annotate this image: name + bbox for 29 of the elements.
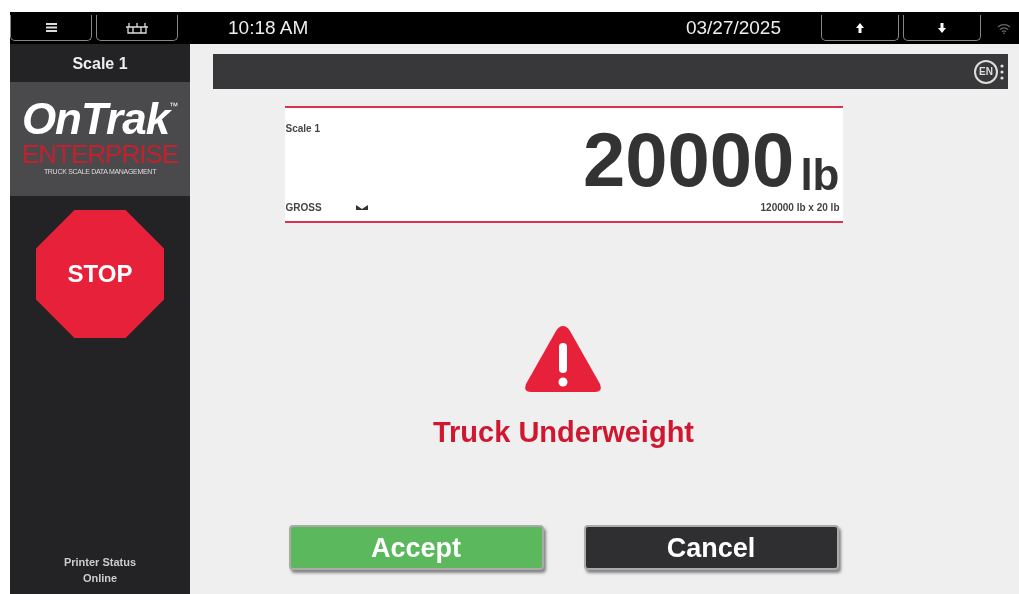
cancel-button[interactable]: Cancel xyxy=(583,524,839,570)
alert-message: Truck Underweight xyxy=(432,415,694,450)
printer-status-value: Online xyxy=(81,571,119,586)
up-arrow-icon xyxy=(856,22,864,33)
truck-scale-icon xyxy=(125,21,149,34)
weight-value: 20000 xyxy=(583,120,795,200)
weigh-mode: GROSS xyxy=(285,201,322,215)
logo-edition: ENTERPRISE xyxy=(21,141,179,167)
logo-wordmark: OnTrak xyxy=(21,94,170,143)
warning-icon xyxy=(523,323,604,395)
menu-button[interactable] xyxy=(10,15,92,41)
wifi-icon xyxy=(997,22,1011,34)
date-text: 03/27/2025 xyxy=(685,15,781,40)
scale-button[interactable] xyxy=(96,15,178,41)
menu-icon xyxy=(45,23,57,32)
weight-unit: lb xyxy=(800,150,840,200)
down-arrow-icon xyxy=(938,22,946,33)
scale-capacity: 120000 lb x 20 lb xyxy=(760,201,840,215)
scale-name: Scale 1 xyxy=(72,54,128,74)
language-button[interactable]: EN xyxy=(974,59,998,84)
scroll-up-button[interactable] xyxy=(821,15,899,41)
stop-button[interactable]: STOP xyxy=(36,210,164,338)
scroll-down-button[interactable] xyxy=(903,15,981,41)
trademark-mark: ™ xyxy=(169,101,179,111)
display-scale-name: Scale 1 xyxy=(284,122,321,136)
clock-time: 10:18 AM xyxy=(228,15,309,40)
stability-icon xyxy=(355,205,368,210)
kebab-menu-icon[interactable] xyxy=(1000,63,1004,80)
printer-status-label: Printer Status xyxy=(63,555,137,570)
